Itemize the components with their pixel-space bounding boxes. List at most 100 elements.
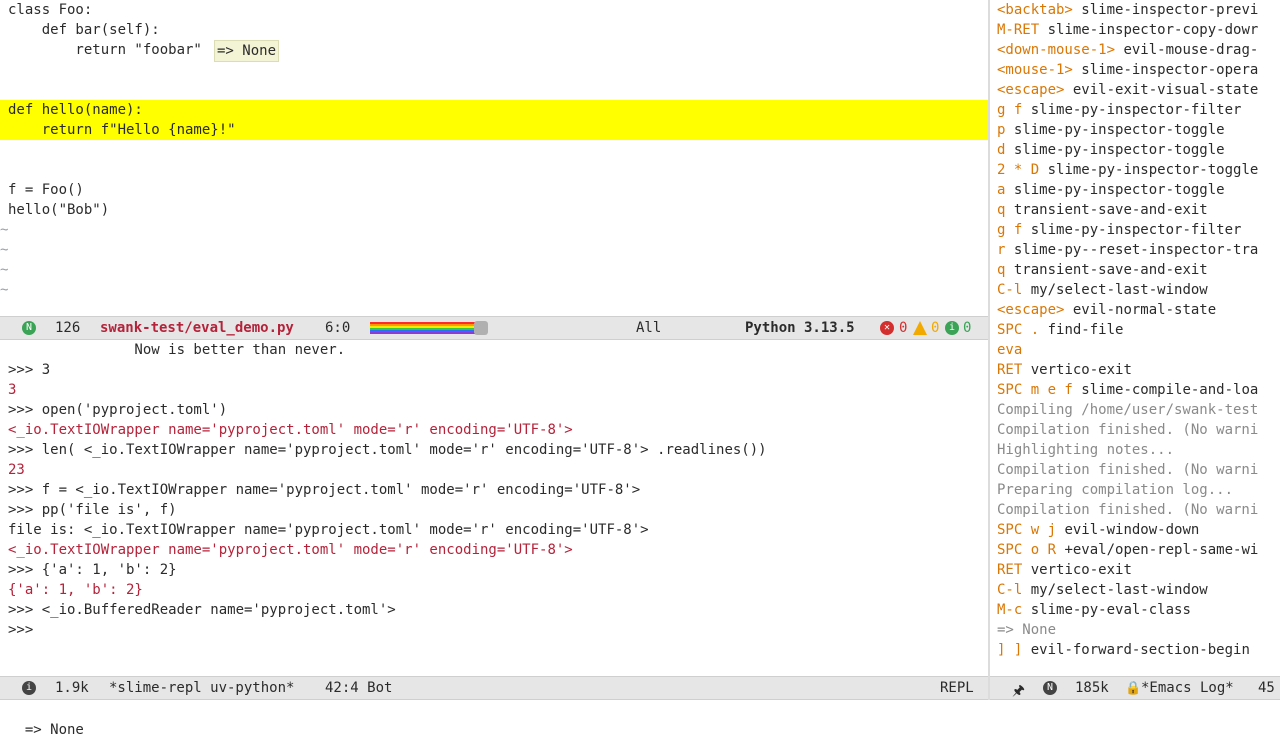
log-line[interactable]: <escape> evil-exit-visual-state [990,80,1258,100]
log-key: p [997,122,1006,138]
log-line[interactable]: Highlighting notes... [990,440,1174,460]
log-command: Compilation finished. (No warni [997,462,1259,478]
repl-line[interactable]: >>> <_io.BufferedReader name='pyproject.… [0,600,396,620]
editor-line[interactable]: ~ [0,280,980,300]
repl-pane[interactable]: Now is better than never. >>> 3 3 >>> open(… [0,340,988,674]
repl-line[interactable]: >>> {'a': 1, 'b': 2} [0,560,177,580]
repl-line[interactable]: Now is better than never. [0,340,345,360]
editor-line[interactable]: ~ [0,260,980,280]
repl-line[interactable]: >>> 3 [0,360,50,380]
log-command: => None [997,622,1057,638]
info-count: 0 [963,320,972,336]
repl-line[interactable]: 3 [0,380,16,400]
log-key: 2 * D [997,162,1040,178]
editor-line[interactable]: ~ [0,220,980,240]
log-line[interactable]: => None [990,620,1056,640]
log-line[interactable]: Preparing compilation log... [990,480,1233,500]
echo-area: => None [24,722,84,738]
log-command: vertico-exit [1030,562,1132,578]
log-command: evil-forward-section-begin [1030,642,1250,658]
log-line[interactable]: <backtab> slime-inspector-previ [990,0,1258,20]
repl-line[interactable]: >>> pp('file is', f) [0,500,177,520]
log-line[interactable]: SPC o R +eval/open-repl-same-wi [990,540,1258,560]
log-line[interactable]: Compilation finished. (No warni [990,460,1258,480]
log-line[interactable]: <escape> evil-normal-state [990,300,1216,320]
log-command: slime-py-inspector-toggle [1013,142,1225,158]
log-line[interactable]: q transient-save-and-exit [990,200,1208,220]
log-key: M-RET [997,22,1040,38]
error-count: 0 [899,320,908,336]
major-mode[interactable]: Python 3.13.5 [745,317,855,339]
log-key: <mouse-1> [997,62,1073,78]
highlighted-editor-line[interactable]: return f"Hello {name}!" [0,120,988,140]
log-line[interactable]: Compilation finished. (No warni [990,420,1258,440]
log-command: slime-compile-and-loa [1081,382,1259,398]
editor-modeline: N 126 swank-test/eval_demo.py 6:0 All Py… [0,316,988,340]
log-line[interactable]: a slime-py-inspector-toggle [990,180,1225,200]
log-line[interactable]: eva [990,340,1022,360]
log-key: eva [997,342,1023,358]
log-line[interactable]: q transient-save-and-exit [990,260,1208,280]
editor-line[interactable]: ~ [0,240,980,260]
repl-line[interactable]: >>> open('pyproject.toml') [0,400,227,420]
buffer-name[interactable]: *slime-repl uv-python* [109,677,294,699]
log-line[interactable]: SPC m e f slime-compile-and-loa [990,380,1258,400]
log-line[interactable]: Compiling /home/user/swank-test [990,400,1258,420]
editor-line[interactable] [0,140,988,160]
log-key: SPC w j [997,522,1057,538]
highlighted-editor-line[interactable]: def hello(name): [0,100,988,120]
log-line[interactable]: SPC w j evil-window-down [990,520,1199,540]
log-line[interactable]: g f slime-py-inspector-filter [990,220,1241,240]
log-key: <backtab> [997,2,1073,18]
log-line[interactable]: Compilation finished. (No warni [990,500,1258,520]
log-command: Highlighting notes... [997,442,1175,458]
editor-line[interactable]: return "foobar" [0,40,988,60]
log-line[interactable]: r slime-py--reset-inspector-tra [990,240,1258,260]
buffer-name[interactable]: *Emacs Log* [1141,677,1234,699]
log-line[interactable]: C-l my/select-last-window [990,580,1208,600]
emacs-log-pane[interactable]: <backtab> slime-inspector-previ M-RET sli… [990,0,1280,674]
log-line[interactable]: M-c slime-py-eval-class [990,600,1191,620]
log-key: <down-mouse-1> [997,42,1116,58]
log-command: find-file [1047,322,1124,338]
repl-line[interactable]: <_io.TextIOWrapper name='pyproject.toml'… [0,540,573,560]
log-line[interactable]: d slime-py-inspector-toggle [990,140,1225,160]
log-command: slime-inspector-copy-dowr [1047,22,1259,38]
log-line[interactable]: ] ] evil-forward-section-begin [990,640,1250,660]
log-line[interactable]: SPC . find-file [990,320,1123,340]
repl-line[interactable]: >>> [0,620,33,640]
repl-line[interactable]: file is: <_io.TextIOWrapper name='pyproj… [0,520,649,540]
cursor-position: 42:4 Bot [325,680,393,696]
buffer-file[interactable]: swank-test/eval_demo.py [100,317,294,339]
log-line[interactable]: M-RET slime-inspector-copy-dowr [990,20,1258,40]
log-command: my/select-last-window [1030,282,1208,298]
editor-line[interactable]: class Foo: [0,0,988,20]
log-key: ] ] [997,642,1023,658]
log-line[interactable]: C-l my/select-last-window [990,280,1208,300]
repl-line[interactable]: >>> f = <_io.TextIOWrapper name='pyproje… [0,480,640,500]
log-line[interactable]: RET vertico-exit [990,560,1132,580]
repl-line[interactable]: <_io.TextIOWrapper name='pyproject.toml'… [0,420,573,440]
log-line[interactable]: 2 * D slime-py-inspector-toggle [990,160,1258,180]
editor-line[interactable]: hello("Bob") [0,200,988,220]
editor-line[interactable]: def bar(self): [0,20,988,40]
editor-line[interactable] [0,160,988,180]
log-command: transient-save-and-exit [1013,262,1208,278]
log-command: Preparing compilation log... [997,482,1234,498]
major-mode[interactable]: REPL [940,677,974,699]
repl-line[interactable]: {'a': 1, 'b': 2} [0,580,143,600]
log-key: r [997,242,1006,258]
log-line[interactable]: p slime-py-inspector-toggle [990,120,1225,140]
editor-line[interactable] [0,80,988,100]
log-key: RET [997,562,1023,578]
editor-line[interactable] [0,60,988,80]
editor-line[interactable]: f = Foo() [0,180,988,200]
log-line[interactable]: <down-mouse-1> evil-mouse-drag- [990,40,1258,60]
repl-line[interactable]: 23 [0,460,25,480]
log-line[interactable]: <mouse-1> slime-inspector-opera [990,60,1258,80]
log-key: <escape> [997,82,1065,98]
repl-line[interactable]: >>> len( <_io.TextIOWrapper name='pyproj… [0,440,767,460]
log-line[interactable]: g f slime-py-inspector-filter [990,100,1241,120]
log-line[interactable]: RET vertico-exit [990,360,1132,380]
editor-pane[interactable]: class Foo: def bar(self): return "foobar… [0,0,988,316]
